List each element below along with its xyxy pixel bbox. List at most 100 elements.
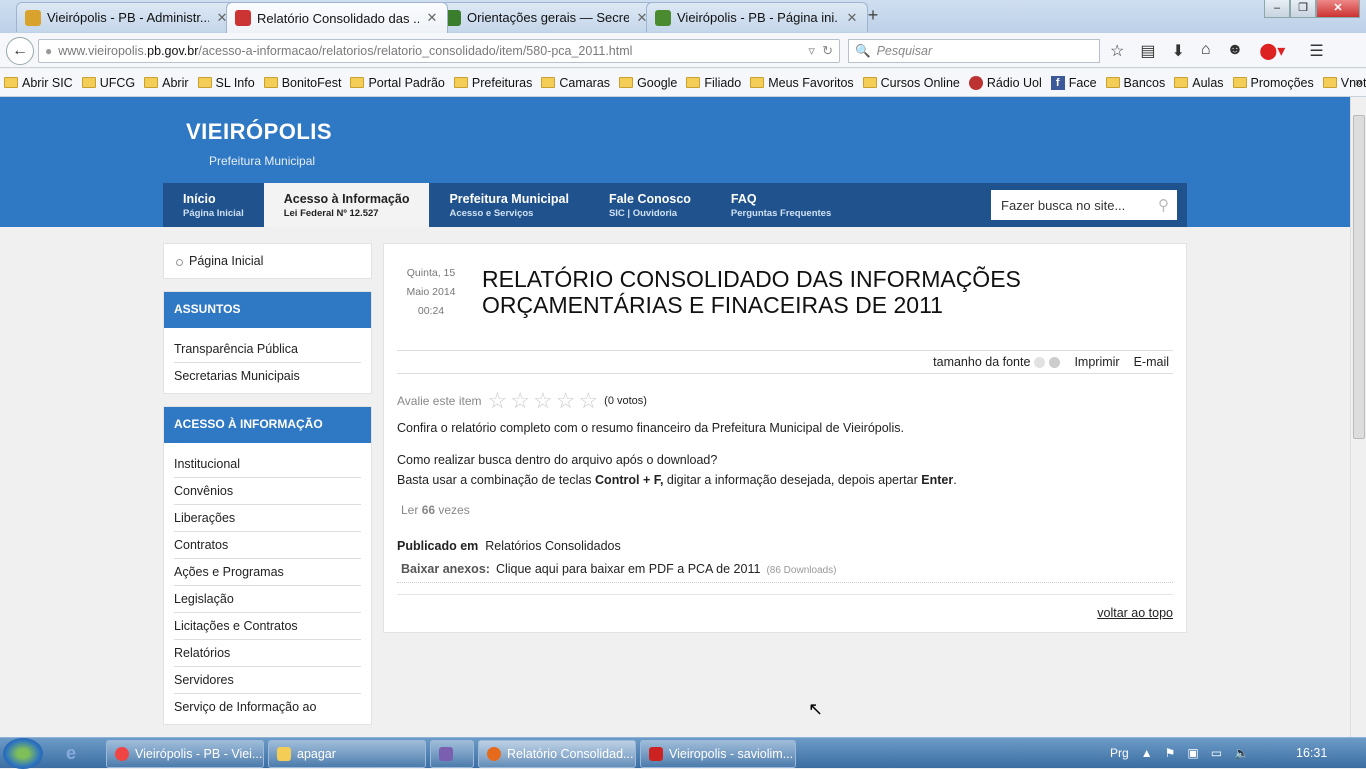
network-icon[interactable]: ▭ — [1211, 746, 1222, 760]
bookmark-item[interactable]: Filiado — [686, 76, 741, 90]
star-icon[interactable]: ☆ — [578, 388, 598, 414]
tray-expand-icon[interactable]: ▲ — [1141, 746, 1153, 760]
folder-icon — [686, 77, 701, 88]
start-button[interactable] — [3, 738, 43, 769]
folder-icon — [81, 77, 96, 88]
sidebar-item-transparencia[interactable]: Transparência Pública — [174, 336, 361, 363]
bookmark-item[interactable]: Bancos — [1105, 76, 1165, 90]
sidebar-item-relatorios[interactable]: Relatórios — [174, 640, 361, 667]
volume-icon[interactable]: 🔈 — [1234, 746, 1249, 760]
menu-icon[interactable]: ☰ — [1309, 41, 1323, 61]
bookmarks-list-icon[interactable]: ▤ — [1140, 41, 1155, 61]
back-button[interactable]: ← — [6, 37, 34, 65]
bookmarks-overflow-button[interactable]: » — [1355, 75, 1362, 89]
menu-item-fale-conosco[interactable]: Fale Conosco SIC | Ouvidoria — [589, 183, 711, 227]
sidebar-item-liberacoes[interactable]: Liberações — [174, 505, 361, 532]
site-identity-icon[interactable]: ● — [45, 44, 52, 58]
print-link[interactable]: Imprimir — [1074, 355, 1119, 369]
tab-pagina-inicial[interactable]: Vieirópolis - PB - Página ini... ✕ — [646, 2, 868, 32]
language-indicator[interactable]: Prg — [1110, 746, 1129, 760]
font-increase-icon[interactable] — [1049, 356, 1061, 368]
sidebar-item-institucional[interactable]: Institucional — [174, 451, 361, 478]
search-engine-icon[interactable]: 🔍 — [855, 44, 871, 59]
tab-favicon-icon — [655, 9, 671, 26]
sidebar-item-legislacao[interactable]: Legislação — [174, 586, 361, 613]
email-link[interactable]: E-mail — [1134, 355, 1169, 369]
star-icon[interactable]: ☆ — [488, 388, 508, 414]
site-title[interactable]: VIEIRÓPOLIS — [186, 119, 332, 145]
taskbar-item-chrome[interactable]: Vieirópolis - PB - Viei... — [106, 740, 264, 768]
site-subtitle: Prefeitura Municipal — [209, 154, 316, 168]
bookmark-item[interactable]: Abrir SIC — [4, 76, 73, 90]
sidebar-item-servico-informacao[interactable]: Serviço de Informação ao — [174, 694, 361, 720]
sidebar-home-link[interactable]: Página Inicial — [164, 244, 371, 278]
menu-item-acesso[interactable]: Acesso à Informação Lei Federal Nº 12.527 — [263, 183, 430, 227]
page-scrollbar[interactable] — [1350, 97, 1366, 737]
taskbar-item-firefox[interactable]: Relatório Consolidad... — [478, 740, 636, 768]
bookmark-item[interactable]: BonitoFest — [263, 76, 341, 90]
new-tab-button[interactable]: + — [862, 6, 884, 26]
menu-item-faq[interactable]: FAQ Perguntas Frequentes — [711, 183, 851, 227]
tab-relatorio[interactable]: Relatório Consolidado das ... ✕ — [226, 2, 448, 33]
star-icon[interactable]: ☆ — [533, 388, 553, 414]
close-tab-icon[interactable]: ✕ — [425, 10, 439, 26]
sidebar-item-servidores[interactable]: Servidores — [174, 667, 361, 694]
bookmark-item[interactable]: Rádio Uol — [968, 75, 1042, 90]
star-icon[interactable]: ☆ — [556, 388, 576, 414]
menu-item-inicio[interactable]: Início Página Inicial — [163, 183, 264, 227]
bookmark-item[interactable]: UFCG — [81, 76, 135, 90]
downloads-icon[interactable]: ⬇ — [1171, 41, 1184, 61]
site-header: VIEIRÓPOLIS Prefeitura Municipal Início P… — [0, 97, 1350, 227]
maximize-button[interactable]: ❐ — [1290, 0, 1316, 18]
sidebar-item-secretarias[interactable]: Secretarias Municipais — [174, 363, 361, 389]
category-link[interactable]: Relatórios Consolidados — [485, 539, 621, 553]
divider — [397, 594, 1173, 595]
tab-administrator[interactable]: Vieirópolis - PB - Administr... ✕ — [16, 2, 238, 32]
bookmark-item[interactable]: f Face — [1050, 75, 1097, 90]
toolbar-icons: ☆ ▤ ⬇ ⌂ ☻ ⬤▾ ☰ — [1110, 41, 1324, 61]
chat-icon[interactable]: ☻ — [1227, 41, 1244, 61]
bookmark-item[interactable]: Cursos Online — [862, 76, 960, 90]
bookmark-star-icon[interactable]: ☆ — [1110, 41, 1124, 61]
bookmark-item[interactable]: Prefeituras — [453, 76, 532, 90]
font-decrease-icon[interactable] — [1034, 356, 1046, 368]
action-center-icon[interactable]: ⚑ — [1165, 746, 1176, 760]
sidebar-item-contratos[interactable]: Contratos — [174, 532, 361, 559]
url-bar[interactable]: ● www.vieiropolis. pb.gov.br/acesso-a-inf… — [38, 39, 840, 63]
device-icon[interactable]: ▣ — [1187, 746, 1198, 760]
home-icon[interactable]: ⌂ — [1201, 41, 1211, 61]
menu-item-prefeitura[interactable]: Prefeitura Municipal Acesso e Serviços — [429, 183, 588, 227]
site-search-input[interactable]: Fazer busca no site... ⚲ — [991, 190, 1177, 220]
bookmark-item[interactable]: Abrir — [144, 76, 189, 90]
adblock-icon[interactable]: ⬤▾ — [1259, 41, 1285, 61]
reload-icon[interactable]: ▿ ↻ — [808, 43, 833, 59]
mouse-cursor-icon: ↖ — [808, 699, 824, 719]
star-icon[interactable]: ☆ — [510, 388, 530, 414]
sidebar-item-licitacoes[interactable]: Licitações e Contratos — [174, 613, 361, 640]
taskbar-item-visual-studio[interactable] — [430, 740, 474, 768]
bookmarks-bar: Abrir SIC UFCG Abrir SL Info BonitoFest … — [0, 69, 1366, 97]
bookmark-item[interactable]: Google — [619, 76, 677, 90]
close-window-button[interactable]: ✕ — [1316, 0, 1360, 18]
system-clock[interactable]: 16:31 — [1296, 746, 1327, 760]
bookmark-item[interactable]: Portal Padrão — [350, 76, 445, 90]
back-to-top-link[interactable]: voltar ao topo — [1097, 606, 1173, 620]
minimize-button[interactable]: – — [1264, 0, 1290, 18]
folder-icon — [862, 77, 877, 88]
bookmark-item[interactable]: Meus Favoritos — [750, 76, 854, 90]
bookmark-item[interactable]: SL Info — [197, 76, 255, 90]
close-tab-icon[interactable]: ✕ — [845, 10, 859, 26]
taskbar-item-folder[interactable]: apagar — [268, 740, 426, 768]
bookmark-item[interactable]: Camaras — [541, 76, 610, 90]
taskbar-item-filezilla[interactable]: Vieiropolis - saviolim... — [640, 740, 796, 768]
tab-orientacoes[interactable]: Orientações gerais — Secre... ✕ — [436, 2, 658, 32]
sidebar-item-acoes[interactable]: Ações e Programas — [174, 559, 361, 586]
sidebar-item-convenios[interactable]: Convênios — [174, 478, 361, 505]
internet-explorer-icon[interactable]: e — [66, 743, 76, 764]
search-icon[interactable]: ⚲ — [1158, 196, 1169, 214]
scrollbar-thumb[interactable] — [1353, 115, 1365, 439]
bookmark-item[interactable]: Promoções — [1232, 76, 1314, 90]
bookmark-item[interactable]: Aulas — [1174, 76, 1224, 90]
attachment-link[interactable]: Clique aqui para baixar em PDF a PCA de … — [496, 562, 761, 576]
browser-search-input[interactable]: 🔍 Pesquisar — [848, 39, 1100, 63]
